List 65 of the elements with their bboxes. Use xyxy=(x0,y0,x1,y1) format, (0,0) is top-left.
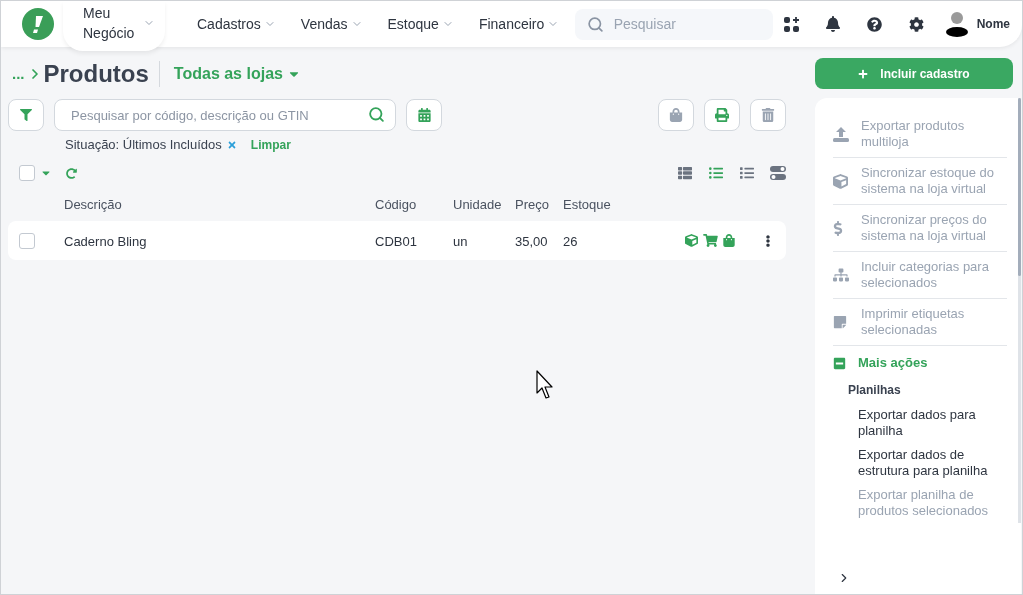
search-icon xyxy=(586,15,604,33)
filter-icon xyxy=(20,109,32,121)
calendar-button[interactable] xyxy=(406,99,442,131)
detail-list-icon[interactable] xyxy=(708,166,724,180)
cart-icon xyxy=(703,234,718,247)
table-cell: 35,00 xyxy=(515,233,548,249)
table-cell: 26 xyxy=(563,233,578,249)
filter-button[interactable] xyxy=(8,99,44,131)
printer-icon xyxy=(715,108,729,122)
trash-icon xyxy=(761,108,775,122)
list-icon[interactable] xyxy=(739,166,755,180)
upload-icon xyxy=(833,126,849,142)
nav-menu-tab[interactable]: Meu Negócio xyxy=(63,1,165,51)
logo-icon[interactable] xyxy=(22,8,54,40)
page-title: Produtos xyxy=(43,61,149,87)
column-header: Descrição xyxy=(64,197,122,212)
user-name[interactable]: Nome xyxy=(976,15,1010,33)
print-button[interactable] xyxy=(704,99,740,131)
plus-icon xyxy=(858,68,869,79)
table-view-icon[interactable] xyxy=(677,166,693,180)
store-selector[interactable]: Todas as lojas xyxy=(173,62,301,86)
nav-menu-tab[interactable]: Estoque xyxy=(387,1,454,47)
group-title: Planilhas xyxy=(848,382,902,399)
breadcrumb-link[interactable]: ... xyxy=(12,62,25,86)
toggle-view-icon[interactable] xyxy=(770,166,786,180)
cursor-icon xyxy=(536,370,553,399)
column-header: Unidade xyxy=(453,197,502,212)
sitemap-icon xyxy=(833,268,849,282)
search-field[interactable]: Pesquisar xyxy=(574,8,773,40)
close-icon[interactable] xyxy=(226,140,237,150)
calendar-icon xyxy=(417,108,431,122)
column-header: Código xyxy=(375,197,417,212)
bag-icon xyxy=(723,234,735,247)
filter-label: Situação: Últimos Incluídos xyxy=(65,136,222,155)
note-icon xyxy=(833,315,847,329)
search-field[interactable]: Pesquisar por código, descrição ou GTIN xyxy=(54,99,396,131)
table-cell: CDB01 xyxy=(375,233,417,249)
help-icon[interactable] xyxy=(866,16,882,32)
settings-icon[interactable] xyxy=(908,16,924,32)
select-all-checkbox[interactable] xyxy=(19,165,35,181)
avatar-icon[interactable] xyxy=(945,11,968,37)
more-actions-toggle[interactable]: Mais ações xyxy=(833,353,928,373)
refresh-icon[interactable] xyxy=(66,167,77,179)
apps-icon[interactable] xyxy=(783,16,799,32)
cube-icon xyxy=(685,234,698,247)
column-header: Preço xyxy=(515,197,549,212)
notifications-icon[interactable] xyxy=(825,16,840,32)
column-header: Estoque xyxy=(563,197,611,212)
row-checkbox[interactable] xyxy=(19,232,35,249)
nav-menu-tab[interactable]: Financeiro xyxy=(478,1,560,47)
more-options-icon[interactable] xyxy=(763,234,773,247)
nav-menu-tab[interactable]: Vendas xyxy=(300,1,363,47)
add-record-button[interactable]: Incluir cadastro xyxy=(815,58,1013,89)
dollar-icon xyxy=(833,220,843,236)
table-cell: un xyxy=(453,233,468,249)
menu-item[interactable]: Exportar dados para planilha xyxy=(858,407,1004,439)
clear-filters-link[interactable]: Limpar xyxy=(250,136,291,154)
bag-icon xyxy=(669,108,683,122)
search-icon[interactable] xyxy=(368,106,385,123)
menu-item[interactable]: Exportar dados de estrutura para planilha xyxy=(858,447,1004,479)
cube-icon xyxy=(833,173,848,189)
table-cell: Caderno Bling xyxy=(64,233,147,249)
nav-menu-tab[interactable]: Cadastros xyxy=(197,1,276,47)
scrollbar[interactable] xyxy=(1018,98,1021,523)
table-row[interactable]: Caderno Bling CDB01 un 35,00 26 xyxy=(8,221,786,260)
